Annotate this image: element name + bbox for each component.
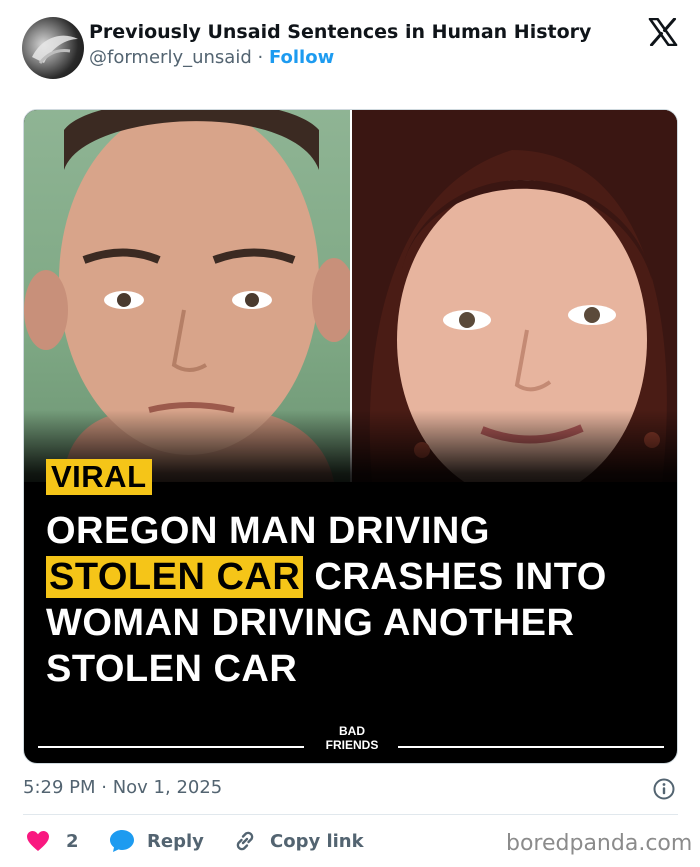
watermark: boredpanda.com: [506, 831, 693, 856]
reply-label: Reply: [147, 830, 204, 852]
brand-rule-right: [398, 746, 664, 748]
author-handle[interactable]: @formerly_unsaid: [89, 47, 252, 68]
speech-bubble-icon: [110, 830, 134, 852]
brand-line-1: BAD: [339, 724, 365, 738]
follow-button[interactable]: Follow: [269, 47, 334, 68]
viral-tag: VIRAL: [46, 459, 152, 495]
x-logo-icon[interactable]: [648, 18, 678, 46]
reply-button[interactable]: Reply: [109, 826, 204, 856]
headline-line-4: STOLEN CAR: [46, 648, 298, 690]
copy-link-label: Copy link: [270, 830, 364, 852]
headline-line-2-rest: CRASHES INTO: [303, 556, 607, 598]
link-icon: [236, 831, 254, 851]
copy-link-button[interactable]: Copy link: [232, 826, 364, 856]
avatar[interactable]: [22, 17, 84, 79]
headline-line-2: STOLEN CAR CRASHES INTO: [46, 554, 666, 600]
info-icon[interactable]: [653, 778, 675, 800]
tweet-media-image[interactable]: VIRAL OREGON MAN DRIVING STOLEN CAR CRAS…: [23, 109, 678, 764]
author-display-name[interactable]: Previously Unsaid Sentences in Human His…: [89, 21, 591, 43]
handle-separator: ·: [257, 47, 264, 68]
heart-icon: [27, 831, 49, 851]
headline-highlight: STOLEN CAR: [46, 556, 304, 598]
headline-line-3: WOMAN DRIVING ANOTHER: [46, 602, 575, 644]
headline: OREGON MAN DRIVING STOLEN CAR CRASHES IN…: [46, 508, 666, 692]
like-count: 2: [66, 830, 79, 852]
headline-line-1: OREGON MAN DRIVING: [46, 510, 490, 552]
brand-line-2: FRIENDS: [325, 738, 379, 752]
divider: [23, 814, 678, 815]
brand-rule-left: [38, 746, 304, 748]
author-handle-row: @formerly_unsaid · Follow: [89, 47, 334, 68]
tweet-timestamp[interactable]: 5:29 PM · Nov 1, 2025: [23, 777, 222, 798]
brand-logo: BAD FRIENDS: [302, 724, 402, 752]
tweet-header: Previously Unsaid Sentences in Human His…: [0, 0, 700, 100]
like-button[interactable]: 2: [26, 826, 79, 856]
